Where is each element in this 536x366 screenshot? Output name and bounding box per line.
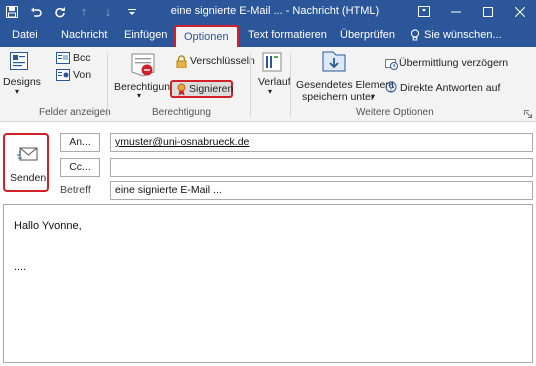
maximize-icon[interactable]	[472, 0, 504, 23]
certificate-icon	[177, 83, 186, 96]
save-icon[interactable]	[0, 0, 24, 23]
designs-icon[interactable]	[10, 52, 28, 73]
cc-button[interactable]: Cc...	[60, 158, 100, 177]
ribbon-display-options-icon[interactable]	[408, 0, 440, 23]
designs-button[interactable]: Designs	[3, 76, 41, 88]
send-button[interactable]: Senden	[3, 133, 49, 192]
chevron-down-icon[interactable]: ▾	[15, 87, 19, 96]
group-separator	[250, 53, 251, 117]
ribbon: Designs ▾ Bcc Von Felder anzeigen Berech…	[0, 47, 536, 122]
from-button[interactable]: Von	[73, 69, 91, 81]
group-label-weitere: Weitere Optionen	[356, 107, 434, 118]
subject-label: Betreff	[60, 184, 91, 196]
lock-icon	[176, 55, 187, 71]
sign-label: Signieren	[189, 83, 234, 95]
lightbulb-icon	[410, 28, 420, 40]
save-sent-item-button-line2[interactable]: speichern unter	[302, 91, 374, 103]
to-button[interactable]: An...	[60, 133, 100, 152]
send-label: Senden	[10, 172, 47, 184]
from-icon	[56, 69, 70, 84]
group-separator	[290, 53, 291, 117]
tab-datei[interactable]: Datei	[12, 23, 38, 47]
chevron-down-icon[interactable]: ▾	[371, 92, 375, 101]
bcc-button[interactable]: Bcc	[73, 52, 91, 64]
permission-icon	[130, 52, 156, 81]
permission-button[interactable]: Berechtigung	[114, 81, 176, 93]
tab-nachricht[interactable]: Nachricht	[61, 23, 107, 47]
sign-button[interactable]: Signieren	[170, 80, 233, 98]
arrow-down-icon[interactable]: ↓	[96, 0, 120, 23]
delay-delivery-button[interactable]: Übermittlung verzögern	[399, 57, 508, 69]
tab-einfuegen[interactable]: Einfügen	[124, 23, 167, 47]
group-label-berechtigung: Berechtigung	[152, 107, 211, 118]
tab-optionen[interactable]: Optionen	[174, 25, 239, 47]
window-title: eine signierte E-Mail ... - Nachricht (H…	[170, 5, 380, 17]
chevron-down-icon[interactable]: ▾	[137, 91, 141, 100]
chevron-down-icon[interactable]: ▾	[268, 87, 272, 96]
to-field[interactable]: ymuster@uni-osnabrueck.de	[110, 133, 533, 152]
save-sent-item-icon	[321, 50, 347, 77]
dialog-launcher-icon[interactable]	[524, 109, 532, 121]
tell-me-label: Sie wünschen...	[424, 29, 502, 41]
undo-icon[interactable]	[24, 0, 48, 23]
send-icon	[17, 147, 38, 161]
arrow-up-icon[interactable]: ↑	[72, 0, 96, 23]
ribbon-tabs: Datei Nachricht Einfügen Optionen Text f…	[0, 23, 536, 47]
encrypt-button[interactable]: Verschlüsseln	[190, 55, 255, 67]
tell-me-box[interactable]: Sie wünschen...	[410, 23, 502, 47]
body-greeting: Hallo Yvonne,	[14, 220, 82, 232]
direct-replies-icon	[385, 81, 398, 97]
save-sent-item-button[interactable]: Gesendetes Element	[296, 79, 394, 91]
tab-ueberpruefen[interactable]: Überprüfen	[340, 23, 395, 47]
subject-field[interactable]: eine signierte E-Mail ...	[110, 181, 533, 200]
body-ellipsis: ....	[14, 261, 27, 273]
direct-replies-button[interactable]: Direkte Antworten auf	[400, 82, 500, 94]
close-icon[interactable]	[504, 0, 536, 23]
customize-qat-icon[interactable]	[120, 0, 144, 23]
tab-text-formatieren[interactable]: Text formatieren	[248, 23, 327, 47]
group-label-felder: Felder anzeigen	[39, 107, 111, 118]
minimize-icon[interactable]	[440, 0, 472, 23]
cc-field[interactable]	[110, 158, 533, 177]
title-bar: ↑ ↓ eine signierte E-Mail ... - Nachrich…	[0, 0, 536, 23]
group-separator	[107, 53, 108, 117]
message-body[interactable]: Hallo Yvonne, ....	[3, 204, 533, 363]
delay-delivery-icon	[385, 57, 398, 73]
window-controls	[408, 0, 536, 23]
quick-access-toolbar: ↑ ↓	[0, 0, 144, 23]
tracking-icon	[262, 52, 282, 75]
redo-icon[interactable]	[48, 0, 72, 23]
bcc-icon	[56, 52, 70, 67]
tracking-button[interactable]: Verlauf	[258, 76, 291, 88]
